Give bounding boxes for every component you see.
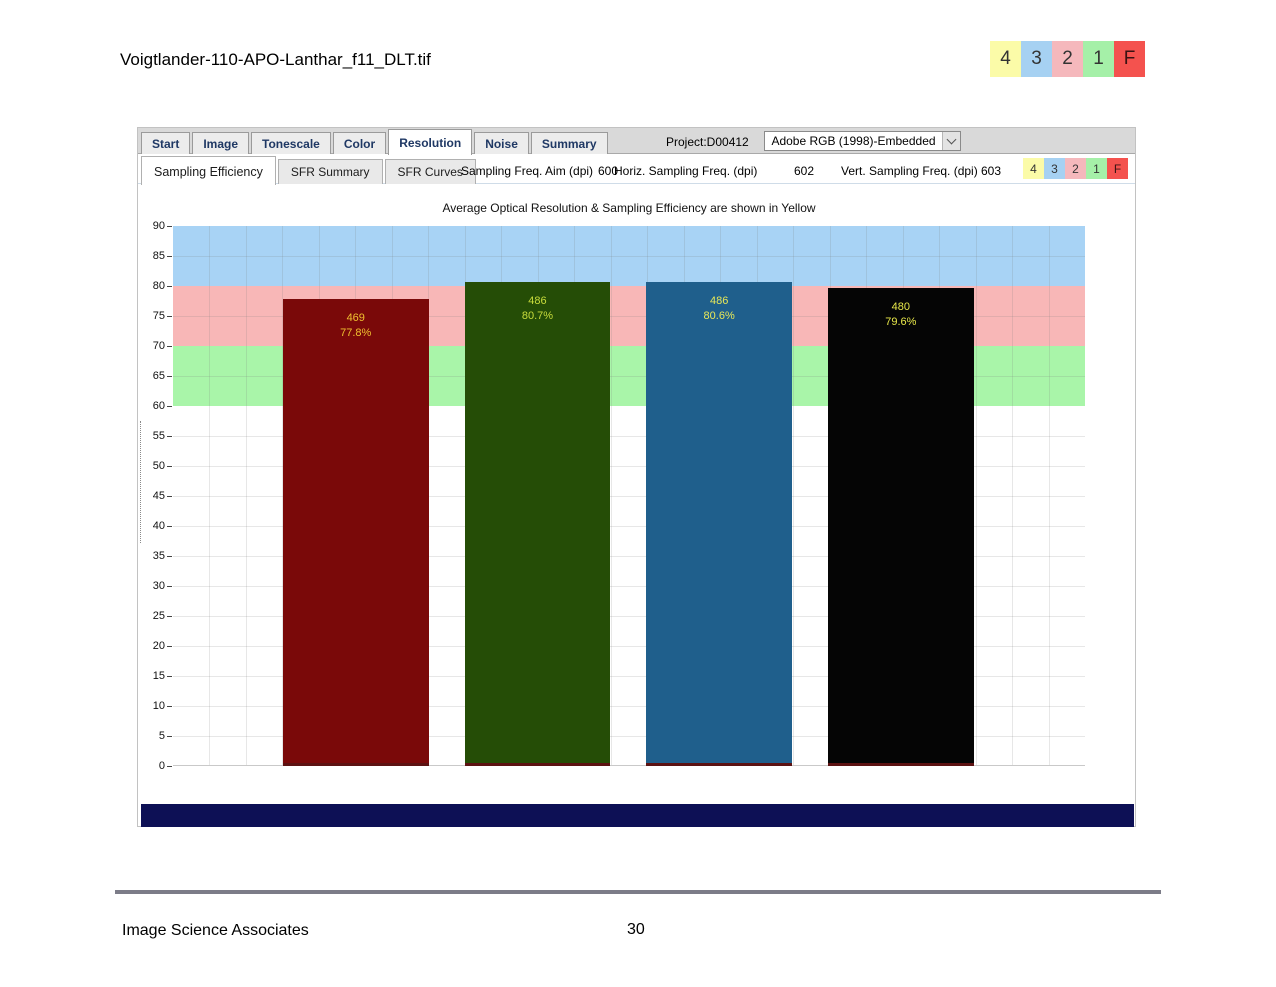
subtab-sampling-efficiency[interactable]: Sampling Efficiency — [141, 156, 276, 185]
subtab-sfr-summary[interactable]: SFR Summary — [277, 159, 383, 184]
tab-image[interactable]: Image — [192, 132, 250, 154]
plot-area: 469 77.8% 486 80.7% 486 80.6% 480 79.6% — [173, 226, 1085, 766]
document-title: Voigtlander-110-APO-Lanthar_f11_DLT.tif — [120, 50, 431, 69]
tab-bar: Start Image Tonescale Color Resolution N… — [138, 128, 1135, 155]
y-tick-mark — [167, 556, 172, 557]
bar-2: 486 80.7% — [464, 281, 611, 766]
bar-value-label: 486 80.7% — [521, 294, 554, 322]
y-tick-label: 55 — [152, 430, 165, 442]
y-tick-label: 15 — [152, 670, 165, 682]
bar-value-label: 486 80.6% — [703, 295, 735, 323]
y-tick-mark — [167, 316, 172, 317]
y-tick-label: 10 — [152, 700, 165, 712]
chevron-down-icon[interactable] — [942, 132, 960, 150]
y-tick-mark — [167, 376, 172, 377]
y-tick-mark — [167, 226, 172, 227]
y-tick-mark — [167, 286, 172, 287]
y-tick-mark — [167, 586, 172, 587]
tab-summary[interactable]: Summary — [530, 132, 608, 154]
y-tick-label: 90 — [152, 220, 165, 232]
y-tick-mark — [167, 346, 172, 347]
footer-divider — [115, 890, 1161, 894]
grade-badge-3: 3 — [1044, 158, 1065, 179]
y-tick-mark — [167, 766, 172, 767]
colorspace-selected-value: Adobe RGB (1998)-Embedded — [771, 134, 936, 148]
y-tick-label: 30 — [152, 580, 165, 592]
vert-sampling-freq-label: Vert. Sampling Freq. (dpi) — [841, 164, 978, 178]
subtab-bar: Sampling Efficiency SFR Summary SFR Curv… — [138, 155, 1135, 185]
y-tick-mark — [167, 526, 172, 527]
bar-3: 486 80.6% — [646, 282, 792, 766]
y-tick-mark — [167, 496, 172, 497]
y-tick-label: 85 — [152, 250, 165, 262]
tab-noise[interactable]: Noise — [474, 132, 529, 154]
grade-badge-f: F — [1114, 41, 1145, 77]
y-tick-label: 65 — [152, 370, 165, 382]
y-tick-mark — [167, 736, 172, 737]
grade-badges-small: 4321F — [1023, 158, 1128, 179]
y-tick-mark — [167, 646, 172, 647]
grade-badges-large: 4321F — [990, 41, 1145, 77]
y-tick-label: 35 — [152, 550, 165, 562]
bar-value-label: 480 79.6% — [885, 301, 917, 329]
horiz-sampling-freq-label: Horiz. Sampling Freq. (dpi) — [614, 164, 758, 178]
grade-badge-2: 2 — [1065, 158, 1086, 179]
colorspace-select[interactable]: Adobe RGB (1998)-Embedded — [764, 131, 961, 151]
sampling-freq-aim-label: Sampling Freq. Aim (dpi) — [461, 164, 594, 178]
grade-badge-4: 4 — [990, 41, 1021, 77]
grade-badge-f: F — [1107, 158, 1128, 179]
y-tick-mark — [167, 406, 172, 407]
y-tick-mark — [167, 466, 172, 467]
page-number: 30 — [627, 921, 645, 938]
bar-4: 480 79.6% — [828, 288, 974, 766]
grade-badge-1: 1 — [1086, 158, 1107, 179]
tab-color[interactable]: Color — [332, 132, 387, 154]
vert-sampling-freq-value: 603 — [981, 164, 1002, 178]
y-tick-label: 60 — [152, 400, 165, 412]
grade-badge-4: 4 — [1023, 158, 1044, 179]
y-tick-label: 75 — [152, 310, 165, 322]
main-panel: Start Image Tonescale Color Resolution N… — [137, 127, 1136, 827]
grade-badge-1: 1 — [1083, 41, 1114, 77]
y-tick-label: 45 — [152, 490, 165, 502]
y-tick-label: 5 — [158, 730, 165, 742]
panel-footer-bar — [141, 804, 1134, 827]
project-id-label: Project:D00412 — [666, 135, 749, 149]
footer-company-name: Image Science Associates — [122, 922, 309, 939]
y-tick-label: 70 — [152, 340, 165, 352]
y-tick-label: 50 — [152, 460, 165, 472]
chart-title: Average Optical Resolution & Sampling Ef… — [442, 201, 816, 215]
bar-1: 469 77.8% — [283, 299, 429, 766]
y-tick-label: 20 — [152, 640, 165, 652]
tab-tonescale[interactable]: Tonescale — [251, 132, 331, 154]
y-tick-mark — [167, 436, 172, 437]
y-tick-mark — [167, 706, 172, 707]
y-tick-mark — [167, 676, 172, 677]
y-tick-label: 0 — [158, 760, 165, 772]
horiz-sampling-freq-value: 602 — [794, 164, 815, 178]
y-tick-mark — [167, 256, 172, 257]
gridline — [173, 256, 1085, 257]
y-tick-label: 80 — [152, 280, 165, 292]
y-tick-label: 40 — [152, 520, 165, 532]
grade-badge-2: 2 — [1052, 41, 1083, 77]
y-tick-label: 25 — [152, 610, 165, 622]
y-tick-mark — [167, 616, 172, 617]
bar-value-label: 469 77.8% — [340, 312, 372, 340]
grade-badge-3: 3 — [1021, 41, 1052, 77]
tab-start[interactable]: Start — [141, 132, 191, 154]
tab-resolution[interactable]: Resolution — [388, 129, 473, 155]
